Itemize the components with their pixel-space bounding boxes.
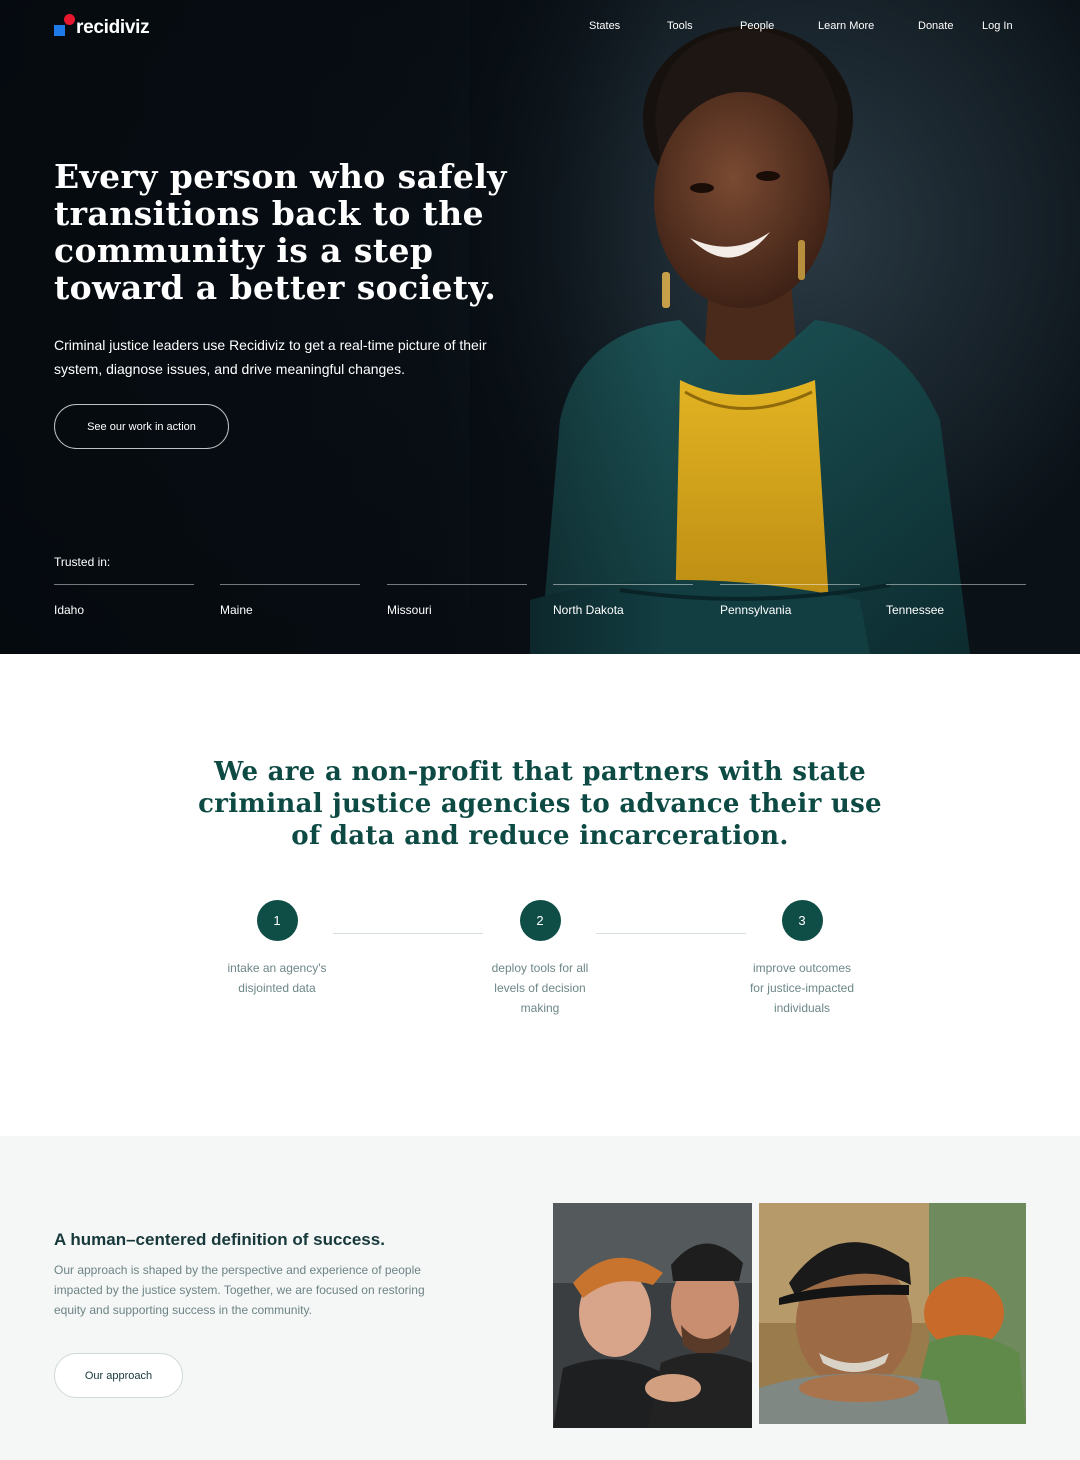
trusted-state-maine[interactable]: Maine xyxy=(220,584,360,617)
hero-title: Every person who safely transitions back… xyxy=(54,157,507,307)
trusted-label: Trusted in: xyxy=(54,555,111,569)
step-number-badge: 1 xyxy=(256,900,298,941)
nav-item-log-in[interactable]: Log In xyxy=(982,20,1013,32)
step-description: improve outcomes for justice-impacted in… xyxy=(749,961,855,1015)
approach-section: A human–centered definition of success. … xyxy=(0,1136,1080,1460)
elder-with-child-photo-image xyxy=(759,1203,1026,1424)
step-1: 1 intake an agency's disjointed data xyxy=(197,900,357,998)
mission-title: We are a non-profit that partners with s… xyxy=(198,757,882,851)
couple-photo-image xyxy=(553,1203,752,1428)
mission-section: We are a non-profit that partners with s… xyxy=(0,654,1080,1136)
see-our-work-button[interactable]: See our work in action xyxy=(54,404,229,449)
step-2: 2 deploy tools for all levels of decisio… xyxy=(460,900,620,1018)
trusted-state-pennsylvania[interactable]: Pennsylvania xyxy=(720,584,860,617)
approach-title: A human–centered definition of success. xyxy=(54,1230,385,1249)
step-number-badge: 3 xyxy=(781,900,823,941)
nav-item-states[interactable]: States xyxy=(589,20,620,32)
state-label: Pennsylvania xyxy=(720,603,792,617)
state-label: Maine xyxy=(220,603,253,617)
step-description: intake an agency's disjointed data xyxy=(227,961,327,995)
hero-gradient-overlay xyxy=(0,0,1080,654)
step-number-badge: 2 xyxy=(519,900,561,941)
our-approach-button[interactable]: Our approach xyxy=(54,1353,183,1398)
trusted-state-tennessee[interactable]: Tennessee xyxy=(886,584,1026,617)
state-label: Tennessee xyxy=(886,603,945,617)
hero-section: recidiviz States Tools People Learn More… xyxy=(0,0,1080,654)
nav-item-donate[interactable]: Donate xyxy=(918,20,953,32)
main-nav: States Tools People Learn More Donate Lo… xyxy=(0,20,1080,38)
trusted-state-north-dakota[interactable]: North Dakota xyxy=(553,584,693,617)
state-label: North Dakota xyxy=(553,603,624,617)
step-3: 3 improve outcomes for justice-impacted … xyxy=(722,900,882,1018)
state-label: Missouri xyxy=(387,603,432,617)
approach-body: Our approach is shaped by the perspectiv… xyxy=(54,1263,425,1317)
state-label: Idaho xyxy=(54,603,85,617)
step-description: deploy tools for all levels of decision … xyxy=(491,961,589,1015)
trusted-state-idaho[interactable]: Idaho xyxy=(54,584,194,617)
nav-item-learn-more[interactable]: Learn More xyxy=(818,20,874,32)
nav-item-tools[interactable]: Tools xyxy=(667,20,693,32)
nav-item-people[interactable]: People xyxy=(740,20,774,32)
trusted-state-missouri[interactable]: Missouri xyxy=(387,584,527,617)
hero-subtitle: Criminal justice leaders use Recidiviz t… xyxy=(54,337,487,377)
